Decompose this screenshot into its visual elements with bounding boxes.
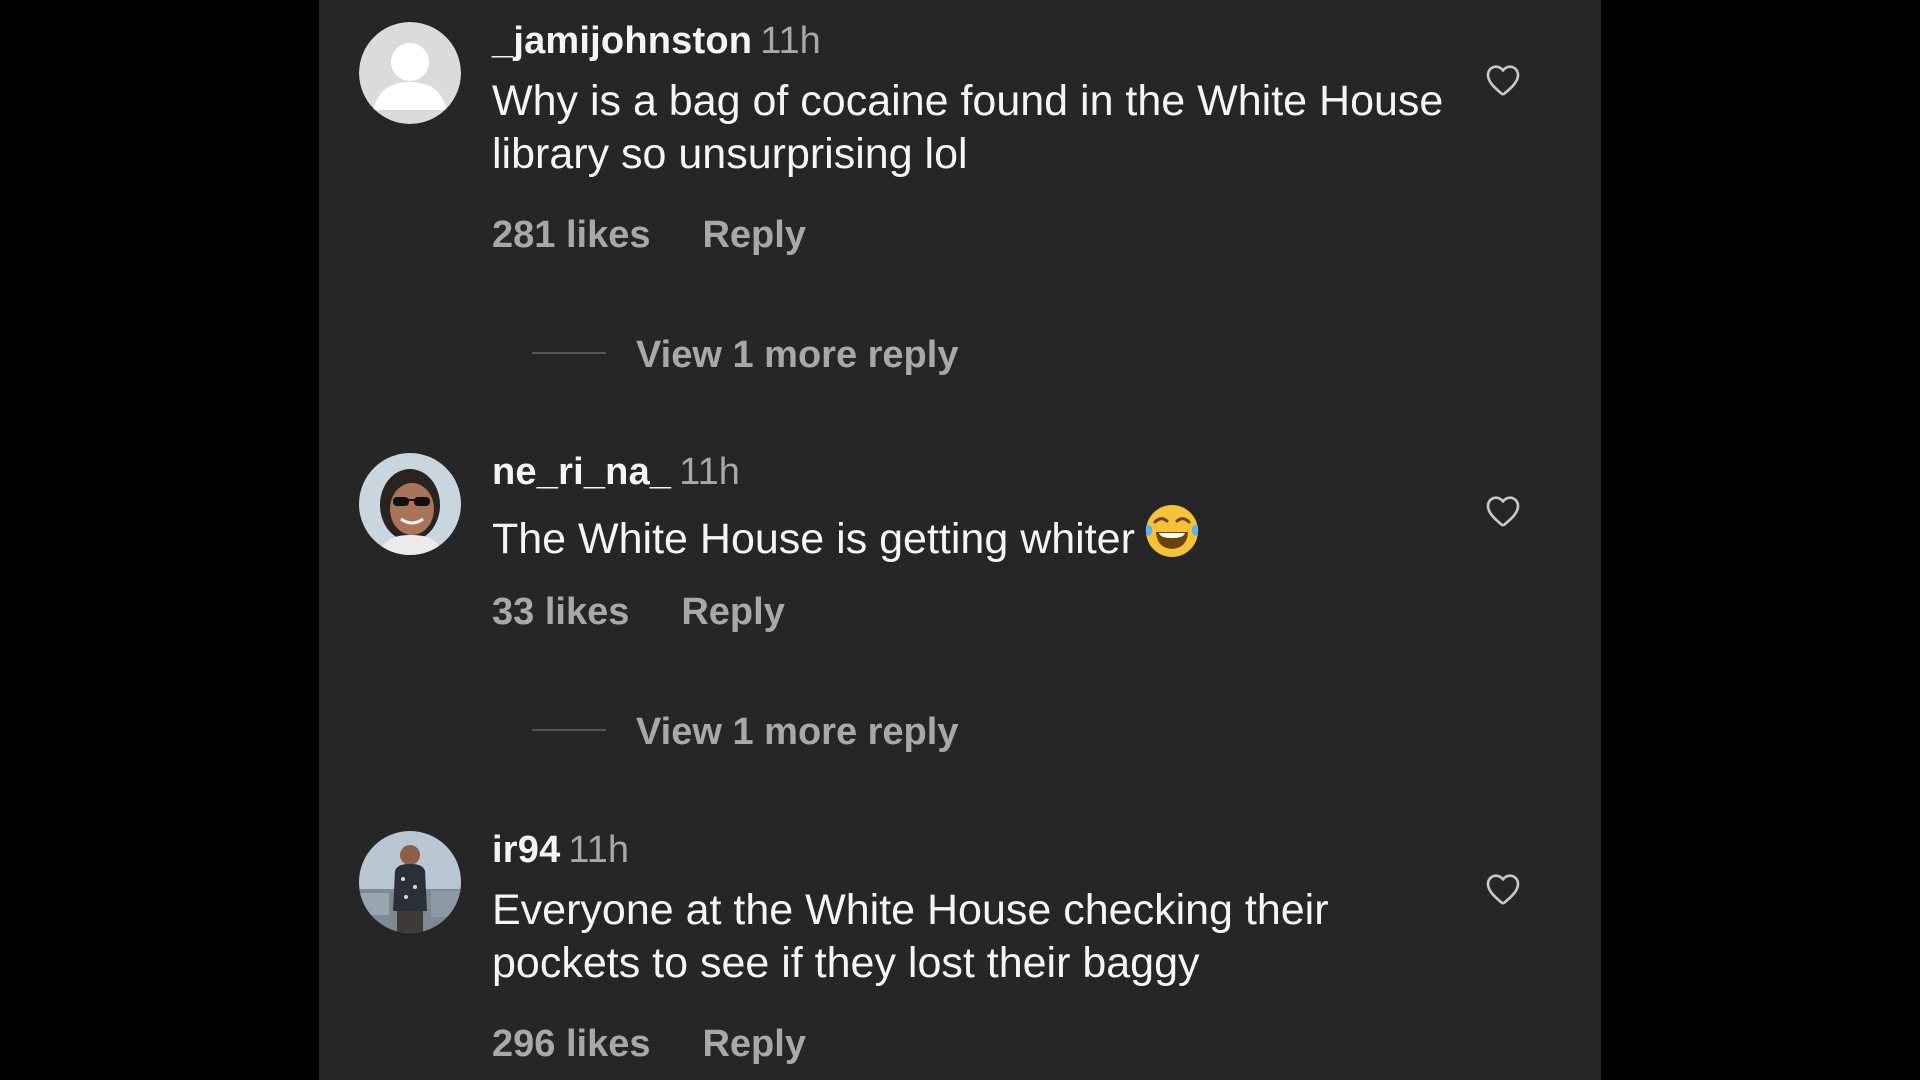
reply-button[interactable]: Reply: [702, 1023, 805, 1065]
timestamp: 11h: [568, 829, 630, 871]
likes-count[interactable]: 296 likes: [492, 1023, 650, 1065]
timestamp: 11h: [679, 451, 740, 493]
comment-actions: 296 likes Reply: [492, 1025, 806, 1063]
timestamp: 11h: [760, 20, 821, 62]
view-more-label: View 1 more reply: [636, 711, 959, 753]
username[interactable]: ir94: [492, 829, 560, 871]
comment-text: Everyone at the White House checking the…: [492, 886, 1329, 987]
comments-panel: _jamijohnston 11h Why is a bag of cocaine…: [319, 0, 1601, 1080]
likes-count[interactable]: 33 likes: [492, 591, 629, 633]
comment-text: Why is a bag of cocaine found in the Whi…: [492, 77, 1444, 178]
comment-item: ne_ri_na_ 11h The White House is getting …: [359, 453, 1559, 753]
comment-header: ne_ri_na_ 11h: [492, 453, 740, 491]
divider: [532, 728, 606, 731]
username[interactable]: ne_ri_na_: [492, 451, 671, 493]
likes-count[interactable]: 281 likes: [492, 214, 650, 256]
profile-photo: [359, 831, 461, 933]
face-with-tears-of-joy-icon: [1143, 502, 1201, 573]
view-more-replies-button[interactable]: View 1 more reply: [532, 713, 958, 751]
comment-actions: 281 likes Reply: [492, 216, 806, 254]
avatar[interactable]: [359, 22, 461, 124]
comment-header: _jamijohnston 11h: [492, 22, 821, 60]
divider: [532, 351, 606, 354]
comment-text: The White House is getting whiter: [492, 505, 1452, 577]
heart-outline-icon[interactable]: [1483, 869, 1523, 909]
comment-item: _jamijohnston 11h Why is a bag of cocaine…: [359, 22, 1559, 374]
heart-outline-icon[interactable]: [1483, 491, 1523, 531]
reply-button[interactable]: Reply: [702, 214, 805, 256]
comment-actions: 33 likes Reply: [492, 593, 785, 631]
comment-text-body: The White House is getting whiter: [492, 514, 1135, 563]
reply-button[interactable]: Reply: [681, 591, 784, 633]
view-more-replies-button[interactable]: View 1 more reply: [532, 336, 958, 374]
username[interactable]: _jamijohnston: [492, 20, 752, 62]
comment-header: ir94 11h: [492, 831, 629, 869]
default-avatar-icon: [359, 22, 461, 124]
profile-photo: [359, 453, 461, 555]
heart-outline-icon[interactable]: [1483, 60, 1523, 100]
avatar[interactable]: [359, 831, 461, 933]
comment-item: ir94 11h Everyone at the White House chec…: [359, 831, 1559, 1080]
avatar[interactable]: [359, 453, 461, 555]
view-more-label: View 1 more reply: [636, 334, 959, 376]
